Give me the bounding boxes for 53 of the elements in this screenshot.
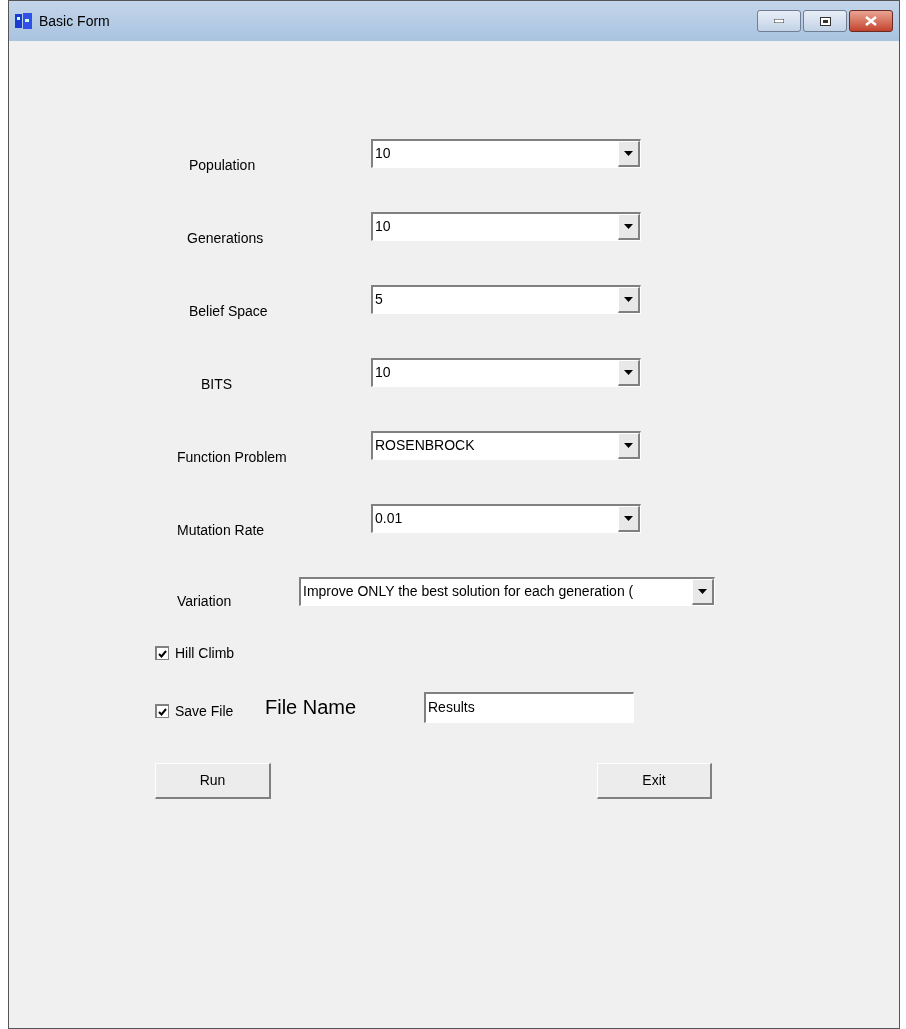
checkbox-label: Hill Climb xyxy=(175,643,235,663)
caret-icon xyxy=(624,516,633,521)
field-label: Belief Space xyxy=(189,302,269,321)
dropdown[interactable]: 10 xyxy=(371,358,641,387)
dropdown[interactable]: 10 xyxy=(371,212,641,241)
dropdown-value: 10 xyxy=(374,217,392,236)
dropdown-button[interactable] xyxy=(618,360,640,386)
field-label: File Name xyxy=(265,695,358,720)
caret-icon xyxy=(624,224,633,229)
dropdown[interactable]: Improve ONLY the best solution for each generation ( xyxy=(299,577,715,606)
close-icon xyxy=(865,16,877,26)
field-label: Variation xyxy=(177,592,233,611)
field-label: Mutation Rate xyxy=(177,521,266,540)
field-label: Population xyxy=(189,156,257,175)
dropdown-button[interactable] xyxy=(618,141,640,167)
run-button[interactable]: Run xyxy=(155,763,271,799)
check-icon xyxy=(158,707,167,716)
app-icon xyxy=(15,13,33,29)
caret-icon xyxy=(624,443,633,448)
window-title: Basic Form xyxy=(39,11,110,31)
checkbox-label: Save File xyxy=(175,701,235,721)
minimize-button[interactable] xyxy=(757,10,801,32)
exit-button[interactable]: Exit xyxy=(597,763,712,799)
dropdown[interactable]: ROSENBROCK xyxy=(371,431,641,460)
dropdown-button[interactable] xyxy=(618,433,640,459)
dropdown[interactable]: 0.01 xyxy=(371,504,641,533)
dropdown[interactable]: 5 xyxy=(371,285,641,314)
dropdown-value: 10 xyxy=(374,363,392,382)
dropdown-button[interactable] xyxy=(692,579,714,605)
maximize-button[interactable] xyxy=(803,10,847,32)
field-label: BITS xyxy=(201,375,234,394)
caret-icon xyxy=(698,589,707,594)
dropdown-value: 5 xyxy=(374,290,384,309)
field-label: Function Problem xyxy=(177,448,288,467)
dropdown-value: Improve ONLY the best solution for each generation ( xyxy=(302,582,635,601)
maximize-icon xyxy=(819,16,831,26)
input-field[interactable]: Results xyxy=(424,691,634,723)
dropdown-value: 0.01 xyxy=(374,509,404,528)
dropdown-button[interactable] xyxy=(618,506,640,532)
dropdown[interactable]: 10 xyxy=(371,139,641,168)
dropdown-value: 10 xyxy=(374,144,392,163)
field-label: Generations xyxy=(187,229,265,248)
checkbox[interactable] xyxy=(155,646,169,660)
caret-icon xyxy=(624,151,633,156)
close-button[interactable] xyxy=(849,10,893,32)
minimize-icon xyxy=(774,19,784,23)
dropdown-value: ROSENBROCK xyxy=(374,436,476,455)
checkbox[interactable] xyxy=(155,704,169,718)
caret-icon xyxy=(624,297,633,302)
check-icon xyxy=(158,649,167,658)
caret-icon xyxy=(624,370,633,375)
dropdown-button[interactable] xyxy=(618,287,640,313)
dropdown-button[interactable] xyxy=(618,214,640,240)
